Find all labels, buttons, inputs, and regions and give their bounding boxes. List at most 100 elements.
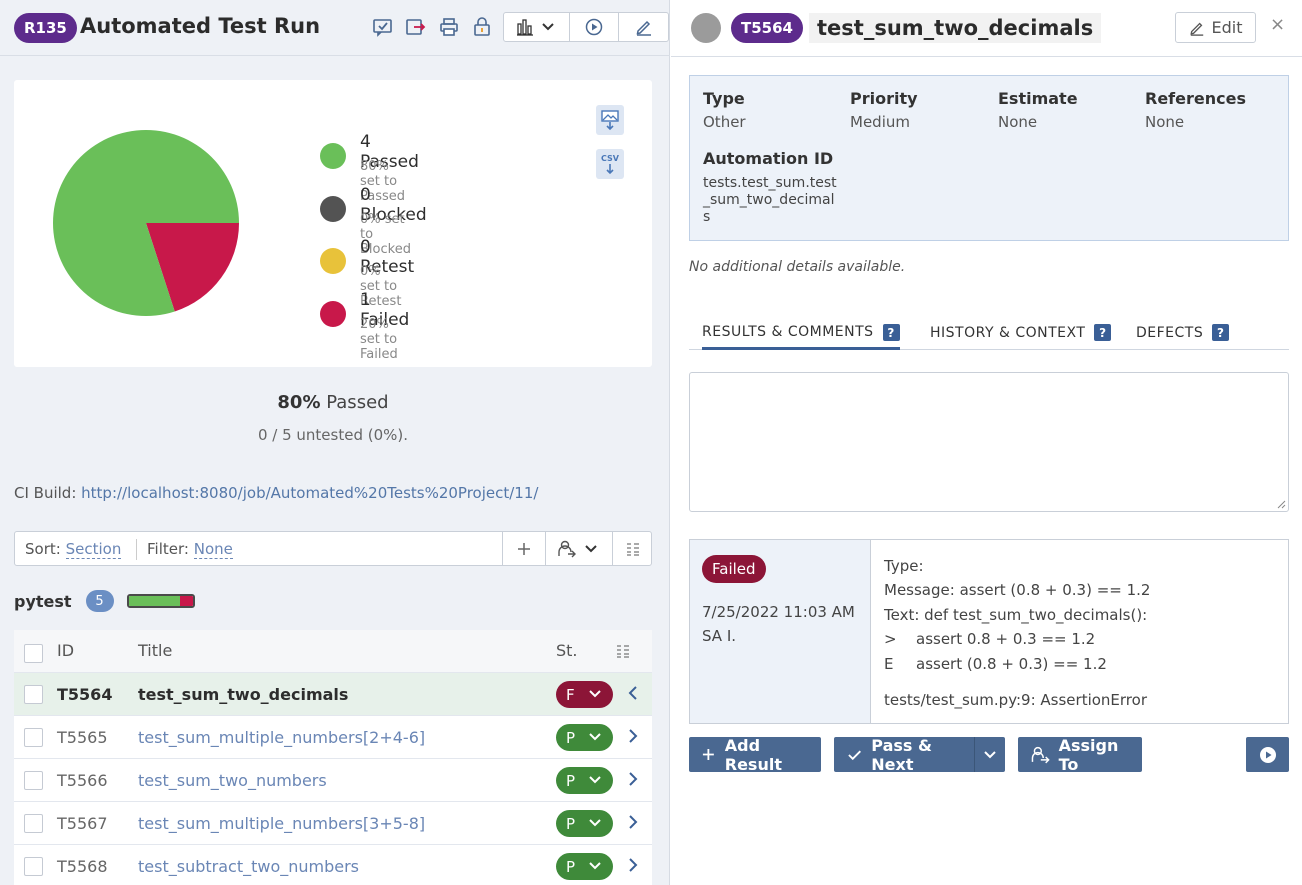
- lock-icon[interactable]: [469, 14, 495, 40]
- status-dropdown[interactable]: P: [556, 853, 613, 880]
- status-dropdown[interactable]: P: [556, 767, 613, 794]
- untested-status-circle: [691, 13, 721, 43]
- test-title[interactable]: test_sum_two_numbers: [138, 771, 327, 790]
- estimate-value: None: [998, 113, 1038, 131]
- result-user: SA I.: [702, 627, 737, 645]
- test-title[interactable]: test_sum_multiple_numbers[2+4-6]: [138, 728, 425, 747]
- section-name: pytest: [14, 591, 72, 611]
- edit-button[interactable]: Edit: [1175, 12, 1256, 43]
- assign-to-button[interactable]: Assign To: [1018, 736, 1142, 774]
- status-dropdown[interactable]: P: [556, 810, 613, 837]
- priority-label: Priority: [850, 89, 918, 108]
- columns-icon[interactable]: [616, 643, 630, 662]
- test-title[interactable]: test_subtract_two_numbers: [138, 857, 359, 876]
- export-image-button[interactable]: [596, 105, 624, 135]
- print-icon[interactable]: [436, 14, 462, 40]
- table-row[interactable]: T5565 test_sum_multiple_numbers[2+4-6] P: [14, 716, 652, 759]
- run-id-badge: R135: [14, 13, 77, 43]
- result-message: Type: Message: assert (0.8 + 0.3) == 1.2…: [884, 554, 1150, 676]
- ci-build-link[interactable]: http://localhost:8080/job/Automated%20Te…: [81, 484, 538, 502]
- help-icon[interactable]: ?: [1094, 324, 1112, 341]
- detail-tabs: RESULTS & COMMENTS? HISTORY & CONTEXT? D…: [689, 318, 1289, 350]
- chevron-right-icon[interactable]: [627, 728, 639, 748]
- test-title[interactable]: test_sum_two_decimals: [138, 685, 348, 704]
- rerun-button[interactable]: [570, 13, 619, 41]
- status-pie-chart: [53, 130, 239, 316]
- image-download-icon: [601, 110, 619, 131]
- row-checkbox[interactable]: [24, 685, 43, 704]
- row-checkbox[interactable]: [24, 771, 43, 790]
- chevron-down-icon: [984, 750, 996, 758]
- tab-defects[interactable]: DEFECTS?: [1136, 324, 1230, 341]
- automation-id-value: tests.test_sum.test_sum_two_decimals: [703, 175, 837, 225]
- table-row[interactable]: T5564 test_sum_two_decimals F: [14, 673, 652, 716]
- csv-label: CSV: [601, 154, 620, 163]
- chart-bars-icon: [516, 19, 554, 36]
- table-row[interactable]: T5566 test_sum_two_numbers P: [14, 759, 652, 802]
- chevron-right-icon[interactable]: [627, 857, 639, 877]
- comment-textarea[interactable]: [689, 372, 1289, 512]
- add-case-button[interactable]: [502, 532, 545, 565]
- edit-run-button[interactable]: [619, 13, 668, 41]
- pass-next-dropdown[interactable]: [975, 750, 1005, 760]
- row-checkbox[interactable]: [24, 728, 43, 747]
- run-stats-card: 4 Passed 80% set to Passed 0 Blocked 0% …: [14, 80, 652, 367]
- status-dropdown[interactable]: P: [556, 724, 613, 751]
- status-letter: P: [566, 857, 576, 876]
- progress-failed: [179, 596, 193, 606]
- resize-handle-icon[interactable]: [1276, 499, 1286, 509]
- chevron-left-icon[interactable]: [627, 685, 639, 705]
- export-icon[interactable]: [403, 14, 429, 40]
- type-field: Type Other: [703, 89, 746, 131]
- csv-download-icon: CSV: [601, 154, 620, 175]
- filter-label: Filter:: [147, 540, 189, 558]
- table-row[interactable]: T5568 test_subtract_two_numbers P: [14, 845, 652, 885]
- section-group: pytest 5: [14, 590, 195, 612]
- sort-value-link[interactable]: Section: [65, 540, 122, 559]
- type-value: Other: [703, 113, 746, 131]
- test-id: T5564: [57, 685, 113, 704]
- table-header: ID Title St.: [14, 630, 652, 673]
- ci-build: CI Build: http://localhost:8080/job/Auto…: [14, 484, 538, 502]
- status-letter: F: [566, 685, 575, 704]
- test-title[interactable]: test_sum_multiple_numbers[3+5-8]: [138, 814, 425, 833]
- assign-filter-dropdown[interactable]: [545, 532, 612, 565]
- close-icon[interactable]: ×: [1270, 14, 1285, 35]
- test-id: T5567: [57, 814, 108, 833]
- reports-dropdown-button[interactable]: [504, 13, 570, 41]
- run-test-button[interactable]: [1246, 737, 1289, 772]
- chevron-right-icon[interactable]: [627, 814, 639, 834]
- divider: [136, 539, 137, 560]
- passed-percent: 80%: [277, 392, 321, 413]
- tab-results-comments[interactable]: RESULTS & COMMENTS?: [702, 324, 900, 350]
- filter-value-link[interactable]: None: [193, 540, 233, 559]
- row-checkbox[interactable]: [24, 857, 43, 876]
- chevron-right-icon[interactable]: [627, 771, 639, 791]
- help-icon[interactable]: ?: [882, 324, 900, 341]
- result-line: Type:: [884, 557, 924, 575]
- close-run-icon[interactable]: [370, 14, 396, 40]
- result-meta: Failed 7/25/2022 11:03 AM SA I.: [690, 540, 871, 723]
- export-csv-button[interactable]: CSV: [596, 149, 624, 179]
- select-all-checkbox[interactable]: [24, 644, 43, 663]
- test-title-heading: test_sum_two_decimals: [809, 13, 1102, 43]
- result-entry: Failed 7/25/2022 11:03 AM SA I. Type: Me…: [689, 539, 1289, 724]
- add-result-button[interactable]: Add Result: [689, 736, 821, 774]
- table-row[interactable]: T5567 test_sum_multiple_numbers[3+5-8] P: [14, 802, 652, 845]
- legend-dot-passed: [320, 143, 346, 169]
- tab-history-context[interactable]: HISTORY & CONTEXT?: [930, 324, 1112, 341]
- edit-label: Edit: [1211, 18, 1243, 37]
- chevron-down-icon: [589, 733, 601, 741]
- pencil-icon: [636, 20, 651, 36]
- row-checkbox[interactable]: [24, 814, 43, 833]
- status-dropdown[interactable]: F: [556, 681, 613, 708]
- pass-next-button[interactable]: Pass & Next: [834, 736, 974, 774]
- result-path: tests/test_sum.py:9: AssertionError: [884, 691, 1147, 709]
- estimate-label: Estimate: [998, 89, 1078, 108]
- priority-value: Medium: [850, 113, 910, 131]
- pass-next-split-button: Pass & Next: [834, 736, 1005, 774]
- columns-button[interactable]: [612, 532, 652, 565]
- help-icon[interactable]: ?: [1212, 324, 1230, 341]
- result-line: Eassert (0.8 + 0.3) == 1.2: [884, 652, 1150, 676]
- test-detail-panel: T5564 test_sum_two_decimals Edit × Type …: [671, 0, 1302, 885]
